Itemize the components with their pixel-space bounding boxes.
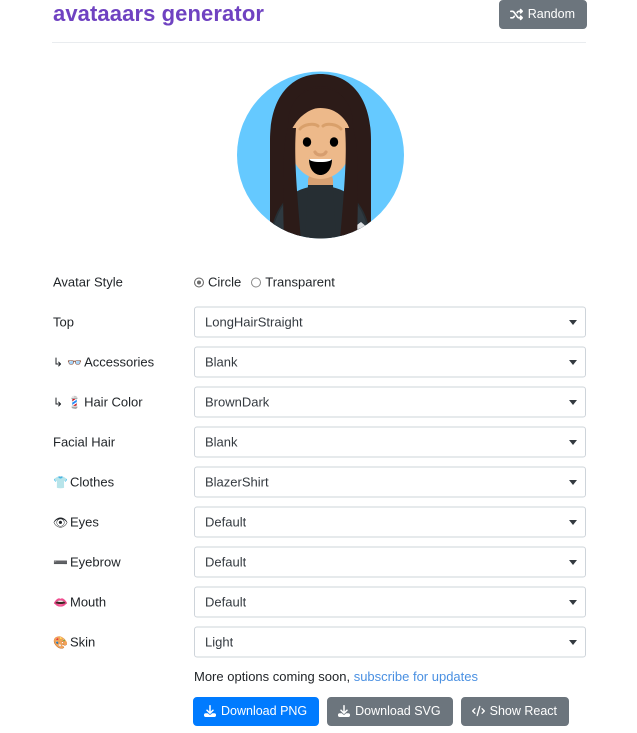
select-accessories[interactable]: Blank [194, 346, 586, 378]
show-react-label: Show React [489, 704, 558, 718]
facial-hair-label: Facial Hair [53, 435, 115, 450]
select-top-value: LongHairStraight [205, 314, 303, 330]
eyes-label-text: Eyes [70, 514, 99, 530]
clothes-label: 👕 Clothes [53, 475, 114, 490]
chevron-down-icon [569, 479, 577, 485]
avatar-preview [237, 62, 404, 248]
eyebrow-label-text: Eyebrow [70, 554, 121, 570]
clothes-label-text: Clothes [70, 474, 115, 490]
action-button-row: Download PNG Download SVG Show React [193, 697, 570, 726]
radio-transparent-label: Transparent [265, 274, 335, 290]
random-button[interactable]: Random [498, 0, 587, 29]
download-png-button[interactable]: Download PNG [193, 697, 320, 726]
select-clothes-value: BlazerShirt [205, 474, 269, 490]
more-options-note: More options coming soon, subscribe for … [194, 669, 478, 684]
accessories-label-text: Accessories [84, 354, 155, 370]
shuffle-icon [509, 8, 523, 21]
subscribe-link[interactable]: subscribe for updates [354, 669, 478, 684]
chevron-down-icon [569, 559, 577, 565]
hair-color-label: ↳ 💈 Hair Color [53, 395, 143, 410]
download-svg-label: Download SVG [355, 704, 441, 718]
avataaars-generator-page: avataaars generator Random Avatar Style … [0, 0, 637, 733]
select-facial-hair[interactable]: Blank [194, 426, 586, 458]
avatar-style-radio-group: Circle Transparent [194, 275, 586, 290]
select-skin[interactable]: Light [194, 626, 586, 658]
download-png-label: Download PNG [221, 704, 308, 718]
random-button-label: Random [527, 7, 575, 21]
sub-item-arrow-icon: ↳ [53, 395, 64, 409]
form-row-accessories: ↳ 👓 Accessories Blank [0, 342, 637, 382]
form-row-eyebrow: ➖ Eyebrow Default [0, 542, 637, 582]
chevron-down-icon [569, 639, 577, 645]
select-hair-color-value: BrownDark [205, 394, 270, 410]
palette-icon: 🎨 [53, 635, 68, 649]
skin-label: 🎨 Skin [53, 635, 95, 650]
accessories-label: ↳ 👓 Accessories [53, 355, 154, 370]
form-row-eyes: 👁 Eyes Default [0, 502, 637, 542]
form-row-avatar-style: Avatar Style Circle Transparent [0, 262, 637, 302]
top-label: Top [53, 315, 74, 330]
form-row-facial-hair: Facial Hair Blank [0, 422, 637, 462]
select-clothes[interactable]: BlazerShirt [194, 466, 586, 498]
page-header: avataaars generator Random [0, 0, 637, 43]
chevron-down-icon [569, 399, 577, 405]
shirt-icon: 👕 [53, 475, 68, 489]
select-facial-hair-value: Blank [205, 434, 238, 450]
select-mouth-value: Default [205, 594, 247, 610]
select-eyebrow[interactable]: Default [194, 546, 586, 578]
select-accessories-value: Blank [205, 354, 238, 370]
select-eyebrow-value: Default [205, 554, 247, 570]
avatar-svg [237, 71, 404, 239]
select-top[interactable]: LongHairStraight [194, 306, 586, 338]
radio-circle-label: Circle [208, 274, 242, 290]
radio-circle-indicator [194, 277, 204, 287]
chevron-down-icon [569, 359, 577, 365]
chevron-down-icon [569, 519, 577, 525]
header-divider [52, 42, 586, 43]
mouth-label: 👄 Mouth [53, 595, 106, 610]
select-hair-color[interactable]: BrownDark [194, 386, 586, 418]
skin-label-text: Skin [70, 634, 96, 650]
form-row-hair-color: ↳ 💈 Hair Color BrownDark [0, 382, 637, 422]
form-row-top: Top LongHairStraight [0, 302, 637, 342]
eyebrow-label: ➖ Eyebrow [53, 555, 121, 570]
sub-item-arrow-icon: ↳ [53, 355, 64, 369]
eyebrow-icon: ➖ [53, 555, 68, 569]
page-title: avataaars generator [53, 1, 265, 26]
code-icon [471, 705, 485, 717]
top-label-text: Top [53, 314, 74, 330]
download-icon [204, 705, 216, 717]
select-eyes[interactable]: Default [194, 506, 586, 538]
facial-hair-label-text: Facial Hair [53, 434, 116, 450]
select-skin-value: Light [205, 634, 234, 650]
mouth-icon: 👄 [53, 595, 68, 609]
download-svg-button[interactable]: Download SVG [327, 697, 453, 726]
form-row-mouth: 👄 Mouth Default [0, 582, 637, 622]
show-react-button[interactable]: Show React [460, 697, 570, 726]
avatar-options-form: Avatar Style Circle Transparent Top Long… [0, 262, 637, 662]
chevron-down-icon [569, 319, 577, 325]
chevron-down-icon [569, 599, 577, 605]
form-row-skin: 🎨 Skin Light [0, 622, 637, 662]
chevron-down-icon [569, 439, 577, 445]
form-row-clothes: 👕 Clothes BlazerShirt [0, 462, 637, 502]
select-eyes-value: Default [205, 514, 247, 530]
avatar-eye-right [329, 137, 339, 147]
eye-icon: 👁 [53, 515, 69, 529]
more-options-text: More options coming soon, [194, 669, 354, 684]
hair-color-label-text: Hair Color [84, 394, 143, 410]
eyes-label: 👁 Eyes [53, 515, 99, 530]
avatar-eye-left [302, 137, 312, 147]
glasses-icon: 👓 [67, 355, 83, 369]
avatar-style-label: Avatar Style [53, 274, 123, 290]
radio-transparent-indicator [251, 277, 262, 287]
mouth-label-text: Mouth [70, 594, 107, 610]
radio-option-transparent[interactable]: Transparent [251, 275, 335, 290]
download-icon [338, 705, 351, 717]
select-mouth[interactable]: Default [194, 586, 586, 618]
hair-color-icon: 💈 [67, 395, 83, 409]
radio-option-circle[interactable]: Circle [194, 275, 241, 290]
